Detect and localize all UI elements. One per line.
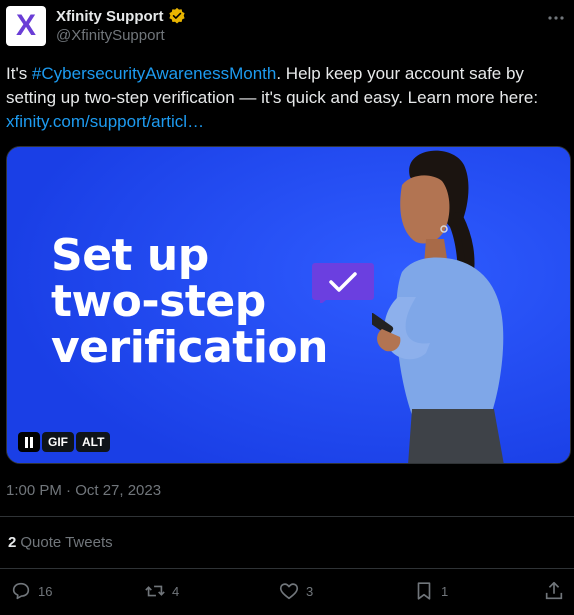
tweet-text: It's #CybersecurityAwarenessMonth. Help … [6, 62, 566, 134]
reply-button[interactable]: 16 [10, 580, 52, 602]
pause-icon [25, 436, 33, 448]
retweet-icon [145, 585, 165, 597]
gif-badge: GIF [42, 432, 74, 452]
alt-text-button[interactable]: ALT [76, 432, 111, 452]
media-headline: Set up two-step verification [51, 233, 328, 371]
quote-tweets-label: Quote Tweets [20, 534, 113, 551]
headline-line-1: Set up [51, 230, 209, 281]
display-name[interactable]: Xfinity Support [56, 8, 164, 25]
hashtag-link[interactable]: #CybersecurityAwarenessMonth [32, 64, 276, 83]
retweet-button[interactable]: 4 [144, 580, 179, 602]
tweet-header: X Xfinity Support @XfinitySupport [6, 6, 566, 50]
tweet-actions: 16 4 3 1 [0, 580, 574, 606]
avatar-letter: X [15, 9, 36, 42]
woman-with-phone-illustration [372, 150, 504, 463]
headline-line-3: verification [51, 322, 328, 373]
media-controls: GIF ALT [18, 432, 111, 452]
share-button[interactable] [543, 580, 565, 602]
reply-icon [12, 582, 30, 600]
like-count: 3 [306, 583, 314, 599]
author-names: Xfinity Support @XfinitySupport [56, 7, 186, 50]
headline-line-2: two-step [51, 276, 266, 327]
quote-tweets-count: 2 [8, 534, 17, 551]
tweet-timestamp[interactable]: 1:00 PM · Oct 27, 2023 [6, 482, 161, 499]
bookmark-count: 1 [441, 583, 449, 599]
like-button[interactable]: 3 [278, 580, 313, 602]
media-gif[interactable]: Set up two-step verification GIF ALT [6, 146, 571, 464]
bookmark-button[interactable]: 1 [413, 580, 448, 602]
handle[interactable]: @XfinitySupport [56, 27, 186, 44]
checkmark-bubble-icon [312, 263, 374, 303]
divider [0, 568, 574, 569]
tweet-text-prefix: It's [6, 64, 32, 83]
bookmark-icon [417, 582, 431, 600]
heart-icon [279, 583, 299, 600]
verified-badge-icon[interactable] [168, 7, 186, 25]
divider [0, 516, 574, 517]
avatar[interactable]: X [6, 6, 46, 46]
more-options-icon[interactable] [546, 8, 566, 28]
article-link[interactable]: xfinity.com/support/articl… [6, 112, 204, 131]
reply-count: 16 [38, 583, 53, 599]
share-icon [545, 581, 563, 600]
retweet-count: 4 [172, 583, 180, 599]
pause-button[interactable] [18, 432, 40, 452]
quote-tweets-link[interactable]: 2 Quote Tweets [8, 534, 113, 551]
